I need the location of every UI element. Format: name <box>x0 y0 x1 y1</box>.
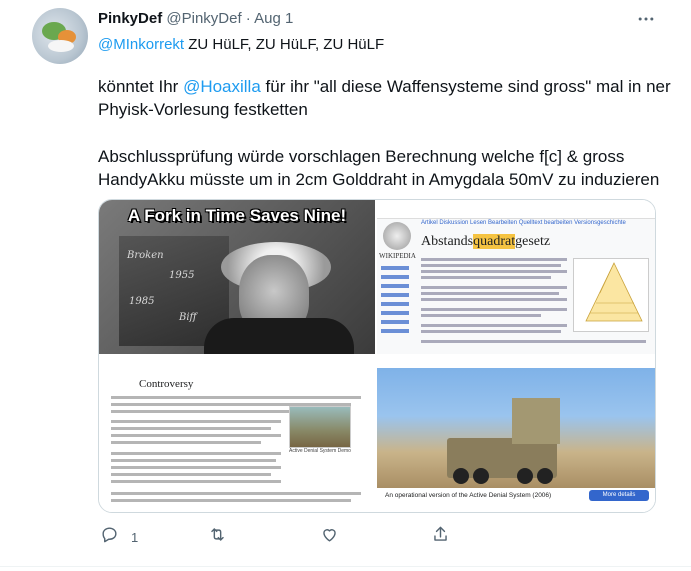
tweet-paragraph-2: Abschlussprüfung würde vorschlagen Berec… <box>98 147 625 166</box>
pyramid-diagram <box>573 258 649 332</box>
mention-hoaxilla[interactable]: @Hoaxilla <box>183 77 261 96</box>
media-image-wiki-controversy[interactable]: Controversy Active Denial System Demo <box>99 356 375 512</box>
tweet-paragraph-2-line-2: HandyAkku müsste um in 2cm Golddraht in … <box>98 170 660 189</box>
user-handle[interactable]: @PinkyDef <box>166 10 241 27</box>
more-details-button[interactable]: More details <box>589 490 649 501</box>
media-image-meme[interactable]: Broken 1955 1985 Biff A Fork in Time Sav… <box>99 200 375 354</box>
divider <box>0 566 691 567</box>
tweet-actions: 1 <box>100 526 660 548</box>
retweet-icon <box>208 525 227 549</box>
controversy-heading: Controversy <box>139 378 194 390</box>
wiki-title-suffix: gesetz <box>515 234 551 249</box>
reply-text: ZU HüLF, ZU HüLF, ZU HüLF <box>184 36 385 53</box>
media-image-active-denial-system[interactable]: An operational version of the Active Den… <box>377 356 655 512</box>
wiki-sidebar <box>381 266 415 338</box>
more-options-icon[interactable] <box>636 9 656 29</box>
media-image-wikipedia[interactable]: WIKIPEDIA Artikel Diskussion Lesen Bearb… <box>377 200 655 354</box>
media-grid: Broken 1955 1985 Biff A Fork in Time Sav… <box>98 199 656 513</box>
ads-demo-photo <box>289 406 351 448</box>
mention-minkorrekt[interactable]: @MInkorrekt <box>98 36 184 53</box>
display-name[interactable]: PinkyDef <box>98 10 162 27</box>
share-action[interactable] <box>431 526 450 548</box>
wiki-logo-label: WIKIPEDIA <box>379 252 416 260</box>
commons-caption-bar: An operational version of the Active Den… <box>377 488 655 512</box>
reply-count: 1 <box>131 529 139 545</box>
heart-icon <box>320 525 339 549</box>
share-icon <box>431 525 450 549</box>
avatar[interactable] <box>32 8 88 64</box>
tweet-date[interactable]: Aug 1 <box>254 10 293 27</box>
reply-action[interactable]: 1 <box>100 526 138 548</box>
tweet-paragraph-1-line-2: Phyisk-Vorlesung festketten <box>98 100 308 119</box>
reply-icon <box>100 525 119 549</box>
reply-line: @MInkorrekt ZU HüLF, ZU HüLF, ZU HüLF <box>98 36 384 53</box>
wiki-title-highlight: quadrat <box>473 234 516 249</box>
tweet-paragraph-1: könntet Ihr @Hoaxilla für ihr "all diese… <box>98 75 671 98</box>
wiki-tabs: Artikel Diskussion Lesen Bearbeiten Quel… <box>421 220 626 226</box>
coat <box>204 318 354 354</box>
retweet-action[interactable] <box>208 526 227 548</box>
commons-caption: An operational version of the Active Den… <box>385 492 552 499</box>
tweet-header: PinkyDef @PinkyDef · Aug 1 <box>98 10 293 27</box>
separator-dot: · <box>245 10 251 27</box>
para1-suffix: für ihr "all diese Waffensysteme sind gr… <box>260 77 671 96</box>
desert-photo <box>377 368 655 488</box>
wiki-article-title: Abstandsquadratgesetz <box>421 234 550 250</box>
meme-caption: A Fork in Time Saves Nine! <box>127 206 347 225</box>
wiki-topbar <box>377 200 655 219</box>
para1-prefix: könntet Ihr <box>98 77 184 96</box>
wiki-title-prefix: Abstands <box>421 234 474 249</box>
wikipedia-logo-icon <box>383 222 411 250</box>
like-action[interactable] <box>320 526 339 548</box>
photo-caption: Active Denial System Demo <box>289 448 351 454</box>
